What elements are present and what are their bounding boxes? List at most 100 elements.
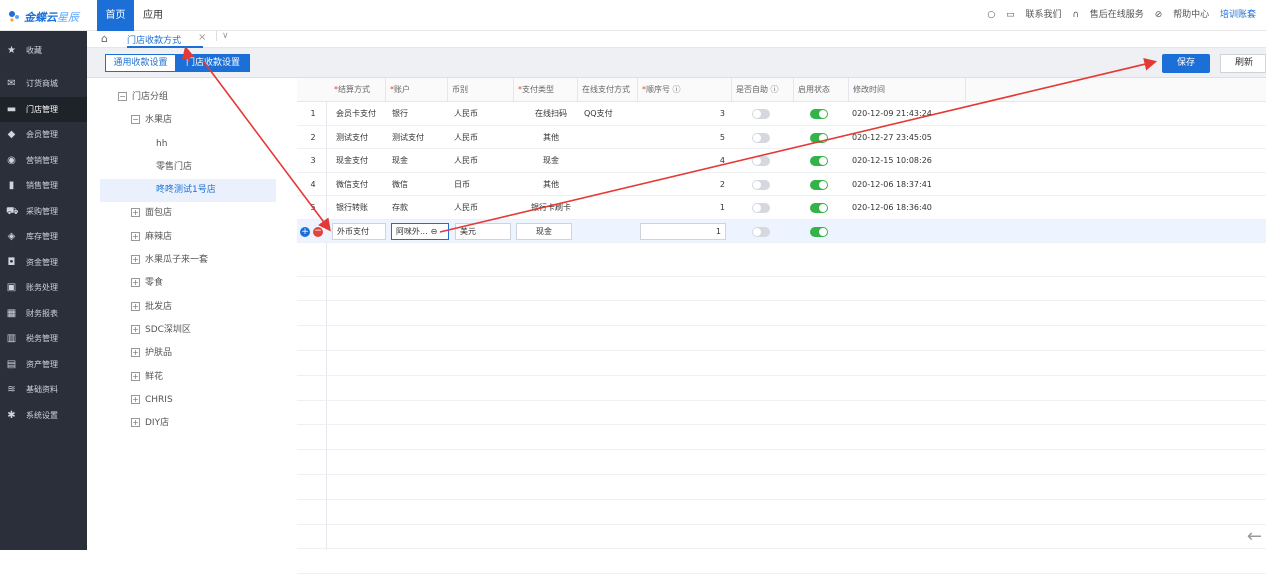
expand-icon[interactable]: +: [131, 231, 140, 241]
enabled-toggle[interactable]: [810, 109, 828, 119]
expand-icon[interactable]: +: [131, 301, 140, 311]
tab-store-payment-methods[interactable]: 门店收款方式: [127, 33, 203, 48]
store-group-tree: − 门店分组 − 水果店 hh 零售门店 咚咚测试1号店 + 面包店 + 麻辣店 + 水果瓜子来一套 + 零…: [100, 86, 276, 435]
enabled-toggle[interactable]: [810, 132, 828, 143]
sidebar-item-1[interactable]: ✉ 订货商城: [0, 71, 87, 97]
collapse-icon[interactable]: −: [118, 92, 127, 101]
home-icon[interactable]: ⌂: [101, 32, 108, 45]
sidebar-item-11[interactable]: ▥ 税务管理: [0, 326, 87, 352]
table-row[interactable]: 3 现金支付 现金 人民币 现金 4 020-12-15 10:08:26: [297, 149, 1266, 173]
expand-icon[interactable]: +: [131, 255, 140, 265]
chevron-down-icon[interactable]: ∨: [216, 31, 229, 41]
tree-node[interactable]: hh: [100, 133, 276, 156]
after-sales-link[interactable]: ∩ 售后在线服务: [1072, 10, 1143, 20]
tree-node[interactable]: 咚咚测试1号店: [100, 179, 276, 203]
tree-node[interactable]: + 水果瓜子来一套: [100, 249, 276, 272]
contact-link[interactable]: ▭ 联系我们: [1006, 10, 1061, 20]
sidebar-item-9[interactable]: ▣ 账务处理: [0, 275, 87, 301]
self-service-toggle[interactable]: [752, 132, 770, 143]
table-row[interactable]: 5 银行转账 存款 人民币 银行卡刷卡 1 020-12-06 18:36:40: [297, 196, 1266, 220]
search-icon[interactable]: ○: [987, 10, 995, 20]
sidebar-item-4[interactable]: ◉ 营销管理: [0, 148, 87, 174]
kingdee-logo[interactable]: 金蝶云星辰: [8, 7, 88, 25]
tree-node[interactable]: + 护肤品: [100, 342, 276, 365]
tree-node[interactable]: 零售门店: [100, 156, 276, 179]
settle-method-input[interactable]: 外币支付: [332, 222, 386, 240]
self-service-toggle[interactable]: [752, 226, 770, 237]
expand-icon[interactable]: +: [131, 418, 140, 428]
sidebar-item-12[interactable]: ▤ 资产管理: [0, 352, 87, 378]
tree-node[interactable]: + CHRIS: [100, 389, 276, 412]
self-service-toggle[interactable]: [752, 109, 770, 119]
general-payment-settings-tab[interactable]: 通用收款设置: [105, 54, 176, 72]
sidebar-item-13[interactable]: ≋ 基础资料: [0, 377, 87, 403]
refresh-button[interactable]: 刷新: [1220, 54, 1266, 73]
enabled-toggle[interactable]: [810, 226, 828, 237]
sidebar-item-3[interactable]: ◆ 会员管理: [0, 122, 87, 148]
account-input[interactable]: 阿咪外... ⊖: [391, 222, 449, 240]
more-icon[interactable]: ⊖: [431, 227, 438, 236]
enabled-toggle[interactable]: [810, 156, 828, 166]
header-online-pay[interactable]: 在线支付方式: [578, 78, 638, 102]
tree-node[interactable]: + SDC深圳区: [100, 319, 276, 342]
sidebar-item-8[interactable]: ◘ 资金管理: [0, 250, 87, 276]
sidebar-item-label: 税务管理: [26, 334, 58, 343]
empty-row-line: [297, 498, 1266, 500]
sidebar-item-5[interactable]: ▮ 销售管理: [0, 173, 87, 199]
tree-node[interactable]: − 水果店: [100, 109, 276, 132]
sidebar-item-10[interactable]: ▦ 财务报表: [0, 301, 87, 327]
cell-online: [584, 149, 636, 172]
tree-node[interactable]: + 批发店: [100, 296, 276, 319]
remove-row-icon[interactable]: −: [313, 226, 323, 237]
enabled-toggle[interactable]: [810, 203, 828, 213]
self-service-toggle[interactable]: [752, 203, 770, 213]
tree-node[interactable]: + 零食: [100, 272, 276, 295]
pay-type-input[interactable]: 现金: [516, 222, 572, 240]
collapse-icon[interactable]: −: [131, 115, 140, 125]
enabled-toggle[interactable]: [810, 179, 828, 190]
header-enabled[interactable]: 启用状态: [794, 78, 849, 102]
header-order[interactable]: *顺序号 ⓘ: [638, 78, 732, 102]
header-currency[interactable]: 币别: [448, 78, 514, 102]
table-row[interactable]: 2 测试支付 测试支付 人民币 其他 5 020-12-27 23:45:05: [297, 126, 1266, 149]
expand-icon[interactable]: +: [131, 371, 140, 381]
grid-header: *结算方式 *账户 币别 *支付类型 在线支付方式 *顺序号 ⓘ 是否自助 ⓘ …: [297, 78, 1266, 102]
store-payment-settings-tab[interactable]: 门店收款设置: [176, 54, 250, 72]
training-account-link[interactable]: 培训账套: [1220, 10, 1256, 20]
header-pay-type[interactable]: *支付类型: [514, 78, 578, 102]
tree-node[interactable]: − 门店分组: [100, 86, 276, 109]
save-button[interactable]: 保存: [1162, 54, 1210, 73]
help-center-link[interactable]: ⊘ 帮助中心: [1155, 10, 1209, 20]
order-input[interactable]: 1: [640, 222, 726, 240]
tree-node[interactable]: + 鲜花: [100, 366, 276, 389]
nav-app[interactable]: 应用: [143, 0, 163, 31]
header-settle[interactable]: *结算方式: [330, 78, 386, 102]
nav-home[interactable]: 首页: [97, 0, 134, 31]
expand-icon[interactable]: +: [131, 348, 140, 358]
header-modified-time[interactable]: 修改时间: [849, 78, 966, 102]
header-self-service[interactable]: 是否自助 ⓘ: [732, 78, 794, 102]
sidebar-item-2[interactable]: ▬ 门店管理: [0, 96, 87, 122]
tree-node[interactable]: + DIY店: [100, 412, 276, 435]
sidebar-item-0[interactable]: ★ 收藏: [0, 31, 87, 71]
sidebar-item-6[interactable]: ⛟ 采购管理: [0, 199, 87, 225]
self-service-toggle[interactable]: [752, 179, 770, 190]
sidebar-item-7[interactable]: ◈ 库存管理: [0, 224, 87, 250]
currency-input[interactable]: 美元: [455, 222, 511, 240]
back-arrow-icon[interactable]: ←: [1247, 526, 1262, 547]
table-row[interactable]: 1 会员卡支付 银行 人民币 在线扫码 QQ支付 3 020-12-09 21:43:24: [297, 102, 1266, 126]
expand-icon[interactable]: +: [131, 278, 140, 288]
sidebar-item-label: 基础资料: [26, 385, 58, 394]
expand-icon[interactable]: +: [131, 324, 140, 334]
sidebar-item-14[interactable]: ✱ 系统设置: [0, 403, 87, 429]
add-row-icon[interactable]: +: [300, 226, 310, 237]
close-icon[interactable]: ×: [198, 32, 206, 43]
expand-icon[interactable]: +: [131, 394, 140, 404]
header-account[interactable]: *账户: [386, 78, 448, 102]
table-row[interactable]: 4 微信支付 微信 日币 其他 2 020-12-06 18:37:41: [297, 173, 1266, 196]
self-service-toggle[interactable]: [752, 156, 770, 166]
expand-icon[interactable]: +: [131, 208, 140, 218]
tree-node[interactable]: + 麻辣店: [100, 226, 276, 249]
new-row-editor[interactable]: + − 外币支付 阿咪外... ⊖ 美元 现金 1: [297, 219, 1266, 243]
tree-node[interactable]: + 面包店: [100, 202, 276, 225]
